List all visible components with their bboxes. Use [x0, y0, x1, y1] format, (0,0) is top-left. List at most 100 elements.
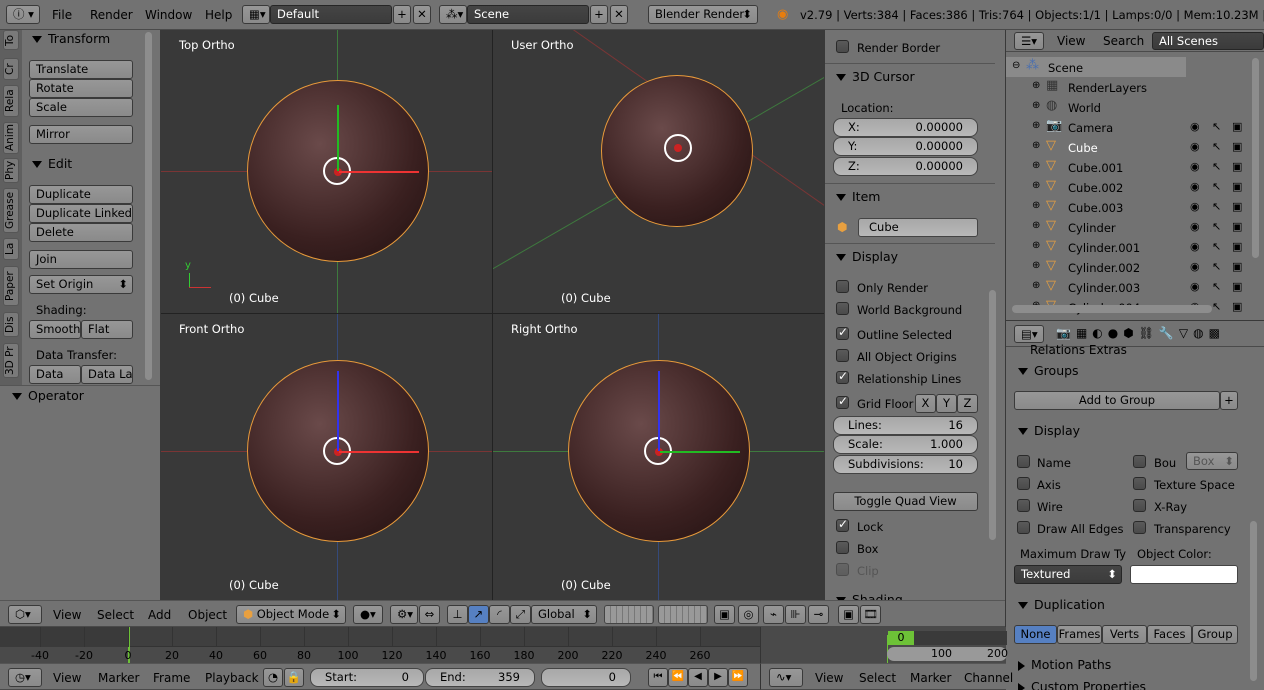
remove-scene-icon[interactable]: ✕ — [610, 5, 628, 24]
view3d-select-menu[interactable]: Select — [97, 608, 134, 622]
selectability-cursor-icon[interactable]: ↖ — [1212, 120, 1221, 133]
grid-z-toggle[interactable]: Z — [957, 394, 978, 413]
view3d-add-menu[interactable]: Add — [148, 608, 171, 622]
outliner-row[interactable]: ⊕ ▽ Cylinder.002 ◉ ↖ ▣ — [1006, 257, 1246, 277]
custom-properties-panel-header[interactable]: Custom Properties — [1018, 679, 1146, 690]
scale-button[interactable]: Scale — [29, 98, 133, 117]
max-draw-type-select[interactable]: Textured ⬍ — [1014, 565, 1122, 584]
bounds-type-select[interactable]: Box ⬍ — [1186, 452, 1238, 470]
expand-toggle-icon[interactable]: ⊕ — [1032, 280, 1040, 291]
remove-screen-icon[interactable]: ✕ — [413, 5, 431, 24]
relations-extras-header[interactable]: Relations Extras — [1030, 343, 1127, 357]
expand-toggle-icon[interactable]: ⊕ — [1032, 180, 1040, 191]
snap-toggle-icon[interactable]: ⌁ — [763, 605, 784, 624]
graph-editor-type-icon[interactable]: ∿▾ — [769, 668, 803, 687]
timeline-area[interactable]: -40 -20 0 20 40 60 80 100 120 140 160 180 200 220 240 2… — [0, 627, 760, 663]
screen-name-field[interactable]: Default — [270, 5, 392, 24]
renderability-camera-icon[interactable]: ▣ — [1232, 120, 1242, 133]
visibility-eye-icon[interactable]: ◉ — [1190, 260, 1200, 273]
add-to-group-button[interactable]: Add to Group — [1014, 391, 1220, 410]
display-panel-header[interactable]: Display — [836, 249, 898, 264]
graph-editor-area[interactable]: 0 100 200 — [760, 627, 1008, 663]
selectability-cursor-icon[interactable]: ↖ — [1212, 280, 1221, 293]
selectability-cursor-icon[interactable]: ↖ — [1212, 160, 1221, 173]
dupli-group-button[interactable]: Group — [1192, 625, 1238, 644]
menu-help[interactable]: Help — [205, 8, 232, 22]
operator-panel-header[interactable]: Operator — [12, 388, 84, 403]
grid-y-toggle[interactable]: Y — [936, 394, 957, 413]
transform-orientation-select[interactable]: Global ⬍ — [531, 605, 597, 624]
outliner-view-menu[interactable]: View — [1057, 34, 1085, 48]
selectability-cursor-icon[interactable]: ↖ — [1212, 240, 1221, 253]
smooth-button[interactable]: Smooth — [29, 320, 81, 339]
cursor-y-field[interactable]: Y: 0.00000 — [833, 137, 978, 156]
timeline-editor-type-icon[interactable]: ◷▾ — [8, 668, 42, 687]
outliner-row[interactable]: ⊕ ▽ Cube.003 ◉ ↖ ▣ — [1006, 197, 1246, 217]
selectability-cursor-icon[interactable]: ↖ — [1212, 140, 1221, 153]
cursor-x-field[interactable]: X: 0.00000 — [833, 118, 978, 137]
tool-shelf-scrollbar[interactable] — [145, 32, 152, 380]
clip-checkbox[interactable] — [836, 563, 849, 576]
outliner-row[interactable]: ⊕ ▽ Cube ◉ ↖ ▣ — [1006, 137, 1246, 157]
viewport-top-ortho[interactable]: Top Ortho y (0) Cube — [161, 30, 492, 313]
lock-layers-icon[interactable]: ▣ — [714, 605, 735, 624]
expand-toggle-icon[interactable]: ⊕ — [1032, 80, 1040, 91]
duplicate-linked-button[interactable]: Duplicate Linked — [29, 204, 133, 223]
outliner-row[interactable]: ⊕ ▽ Cylinder ◉ ↖ ▣ — [1006, 217, 1246, 237]
renderability-camera-icon[interactable]: ▣ — [1232, 160, 1242, 173]
box-checkbox[interactable] — [836, 541, 849, 554]
viewport-right-ortho[interactable]: Right Ortho (0) Cube — [493, 314, 824, 600]
outliner-row[interactable]: ⊕ ◍ World — [1006, 97, 1246, 117]
properties-context-tabs[interactable]: 📷▦◐●⬢⛓🔧▽◍▩ — [1056, 326, 1264, 342]
outliner-row[interactable]: ⊕ ▽ Cylinder.003 ◉ ↖ ▣ — [1006, 277, 1246, 297]
graph-view-menu[interactable]: View — [815, 671, 843, 685]
groups-panel-header[interactable]: Groups — [1018, 363, 1079, 378]
view3d-editor-type-icon[interactable]: ⬡▾ — [8, 605, 42, 624]
rotate-manipulator-icon[interactable]: ◜ — [489, 605, 510, 624]
visibility-eye-icon[interactable]: ◉ — [1190, 140, 1200, 153]
selectability-cursor-icon[interactable]: ↖ — [1212, 260, 1221, 273]
outliner-h-scrollbar[interactable] — [1012, 305, 1212, 313]
relationship-lines-checkbox[interactable] — [836, 369, 849, 384]
expand-toggle-icon[interactable]: ⊕ — [1032, 220, 1040, 231]
grid-scale-field[interactable]: Scale: 1.000 — [833, 435, 978, 454]
texture-space-checkbox[interactable] — [1133, 477, 1146, 490]
tab-create[interactable]: Cr — [3, 58, 19, 80]
dupli-verts-button[interactable]: Verts — [1102, 625, 1147, 644]
preview-range-icon[interactable]: ◔ — [263, 668, 283, 687]
render-engine-select[interactable]: Blender Render ⬍ — [648, 5, 758, 24]
properties-scrollbar[interactable] — [1250, 521, 1257, 681]
object-color-swatch[interactable] — [1130, 565, 1238, 584]
expand-toggle-icon[interactable]: ⊕ — [1032, 100, 1040, 111]
selectability-cursor-icon[interactable]: ↖ — [1212, 220, 1221, 233]
display-panel-header[interactable]: Display — [1018, 423, 1080, 438]
visibility-eye-icon[interactable]: ◉ — [1190, 160, 1200, 173]
add-group-icon[interactable]: + — [1220, 391, 1238, 410]
visibility-eye-icon[interactable]: ◉ — [1190, 120, 1200, 133]
viewport-shading-select[interactable]: ●▾ — [353, 605, 383, 624]
expand-toggle-icon[interactable]: ⊕ — [1032, 200, 1040, 211]
data-layout-button[interactable]: Data La — [81, 365, 133, 384]
jump-keyframe-back-icon[interactable]: ⏪ — [668, 668, 688, 687]
jump-keyframe-forward-icon[interactable]: ⏩ — [728, 668, 748, 687]
renderability-camera-icon[interactable]: ▣ — [1232, 140, 1242, 153]
outliner-row[interactable]: ⊕ ▽ Cylinder.001 ◉ ↖ ▣ — [1006, 237, 1246, 257]
outliner-v-scrollbar[interactable] — [1252, 58, 1259, 258]
scale-manipulator-icon[interactable]: ⤢ — [510, 605, 531, 624]
layers-grid-2[interactable] — [658, 605, 708, 624]
outliner-row[interactable]: ⊕ ▽ Cube.002 ◉ ↖ ▣ — [1006, 177, 1246, 197]
render-animation-icon[interactable]: 🎞 — [860, 605, 881, 624]
move-manipulator-icon[interactable]: ↗ — [468, 605, 489, 624]
outliner-row[interactable]: ⊖ ⁂ Scene — [1006, 57, 1186, 77]
expand-toggle-icon[interactable]: ⊖ — [1012, 60, 1020, 71]
toggle-quad-view-button[interactable]: Toggle Quad View — [833, 492, 978, 511]
dupli-none-button[interactable]: None — [1014, 625, 1057, 644]
selectability-cursor-icon[interactable]: ↖ — [1212, 300, 1221, 313]
expand-toggle-icon[interactable]: ⊕ — [1032, 120, 1040, 131]
data-button[interactable]: Data — [29, 365, 81, 384]
timeline-marker-menu[interactable]: Marker — [98, 671, 139, 685]
expand-toggle-icon[interactable]: ⊕ — [1032, 160, 1040, 171]
selectability-cursor-icon[interactable]: ↖ — [1212, 180, 1221, 193]
dupli-faces-button[interactable]: Faces — [1147, 625, 1192, 644]
viewport-user-ortho[interactable]: User Ortho (0) Cube — [493, 30, 824, 313]
